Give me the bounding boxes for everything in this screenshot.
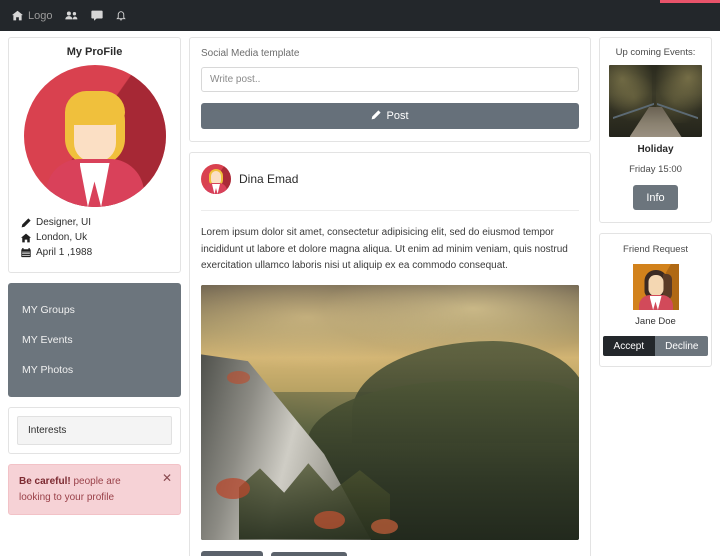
page-title: My ProFile [66, 46, 123, 58]
post-button[interactable]: Post [201, 103, 579, 129]
comment-button[interactable]: Comment [271, 552, 348, 556]
post-body-text: Lorem ipsum dolor sit amet, consectetur … [201, 210, 579, 275]
profile-avatar [23, 65, 166, 207]
home-icon [21, 233, 31, 243]
brand-label: Logo [28, 9, 53, 22]
avatar-wrapper [19, 65, 170, 207]
pencil-icon [21, 217, 31, 228]
friend-request-card: Friend Request Jane Doe Accept Decline [599, 233, 712, 367]
decline-button[interactable]: Decline [655, 336, 709, 356]
forest-bridge-photo[interactable] [609, 65, 702, 137]
accept-button[interactable]: Accept [602, 336, 656, 356]
like-button[interactable]: Like [201, 550, 264, 556]
photo-autumn-foliage [227, 371, 251, 384]
friend-request-actions: Accept Decline [602, 336, 709, 356]
write-post-input[interactable] [201, 67, 579, 92]
avatar-face [648, 275, 663, 297]
event-time: Friday 15:00 [629, 164, 682, 175]
post-card: Dina Emad Lorem ipsum dolor sit amet, co… [189, 152, 591, 556]
bell-icon[interactable] [116, 10, 127, 21]
profile-card: My ProFile Designer, UI London, Uk April… [8, 37, 181, 273]
event-name: Holiday [637, 144, 674, 155]
navbar: Logo [0, 0, 720, 31]
calendar-icon [21, 247, 31, 258]
sidebar-item-groups[interactable]: MY Groups [8, 295, 181, 325]
post-header: Dina Emad [201, 164, 579, 194]
avatar-hair-front [64, 90, 125, 125]
brand-link[interactable]: Logo [12, 10, 52, 22]
sidebar-item-photos-label: MY Photos [22, 364, 74, 376]
left-sidebar: My ProFile Designer, UI London, Uk April… [8, 37, 181, 515]
friend-request-title: Friend Request [623, 244, 688, 255]
avatar [201, 164, 231, 194]
friend-request-name: Jane Doe [635, 316, 676, 327]
decline-button-label: Decline [665, 340, 699, 352]
sidebar-item-groups-label: MY Groups [22, 304, 75, 316]
top-accent-bar [660, 0, 720, 3]
close-icon[interactable]: ✕ [162, 472, 172, 484]
composer-label: Social Media template [201, 48, 300, 59]
post-author-name[interactable]: Dina Emad [239, 172, 298, 186]
upcoming-events-title: Up coming Events: [615, 47, 696, 58]
post-actions: Like Comment [201, 550, 579, 556]
post-composer-card: Social Media template Post [189, 37, 591, 142]
profile-meta-occupation-label: Designer, UI [36, 217, 92, 228]
accept-button-label: Accept [613, 340, 645, 352]
main-feed: Social Media template Post [189, 37, 591, 556]
sidebar-item-events-label: MY Events [22, 334, 73, 346]
sidebar-item-photos[interactable]: MY Photos [8, 355, 181, 385]
info-button-label: Info [646, 191, 665, 204]
pencil-icon [371, 109, 382, 123]
info-button[interactable]: Info [633, 185, 678, 210]
profile-meta-location-label: London, Uk [36, 232, 88, 243]
list-item-interests-label: Interests [28, 425, 67, 436]
page-content: My ProFile Designer, UI London, Uk April… [0, 31, 720, 556]
post-button-label: Post [386, 110, 409, 122]
mountain-forest-photo[interactable] [201, 284, 579, 540]
photo-autumn-foliage [314, 511, 345, 530]
sidebar-item-events[interactable]: MY Events [8, 325, 181, 355]
interests-card: Interests [8, 407, 181, 454]
right-sidebar: Up coming Events: Holiday Friday 15:00 I… [599, 37, 712, 377]
profile-meta-birthday: April 1 ,1988 [21, 247, 170, 258]
profile-warning-alert: Be careful! people are looking to your p… [8, 464, 181, 515]
photo-autumn-foliage [371, 519, 398, 535]
alert-strong-text: Be careful! [19, 476, 71, 487]
home-icon [12, 10, 23, 21]
profile-meta-location: London, Uk [21, 232, 170, 243]
users-icon[interactable] [65, 10, 78, 21]
list-item-interests[interactable]: Interests [17, 416, 172, 445]
comment-icon[interactable] [91, 10, 104, 21]
jane-doe-avatar [632, 264, 679, 310]
photo-autumn-foliage [216, 478, 251, 499]
sidebar-menu: MY Groups MY Events MY Photos [8, 283, 181, 397]
profile-meta-list: Designer, UI London, Uk April 1 ,1988 [19, 217, 170, 258]
profile-meta-occupation: Designer, UI [21, 217, 170, 228]
profile-meta-birthday-label: April 1 ,1988 [36, 247, 93, 258]
upcoming-events-card: Up coming Events: Holiday Friday 15:00 I… [599, 37, 712, 223]
